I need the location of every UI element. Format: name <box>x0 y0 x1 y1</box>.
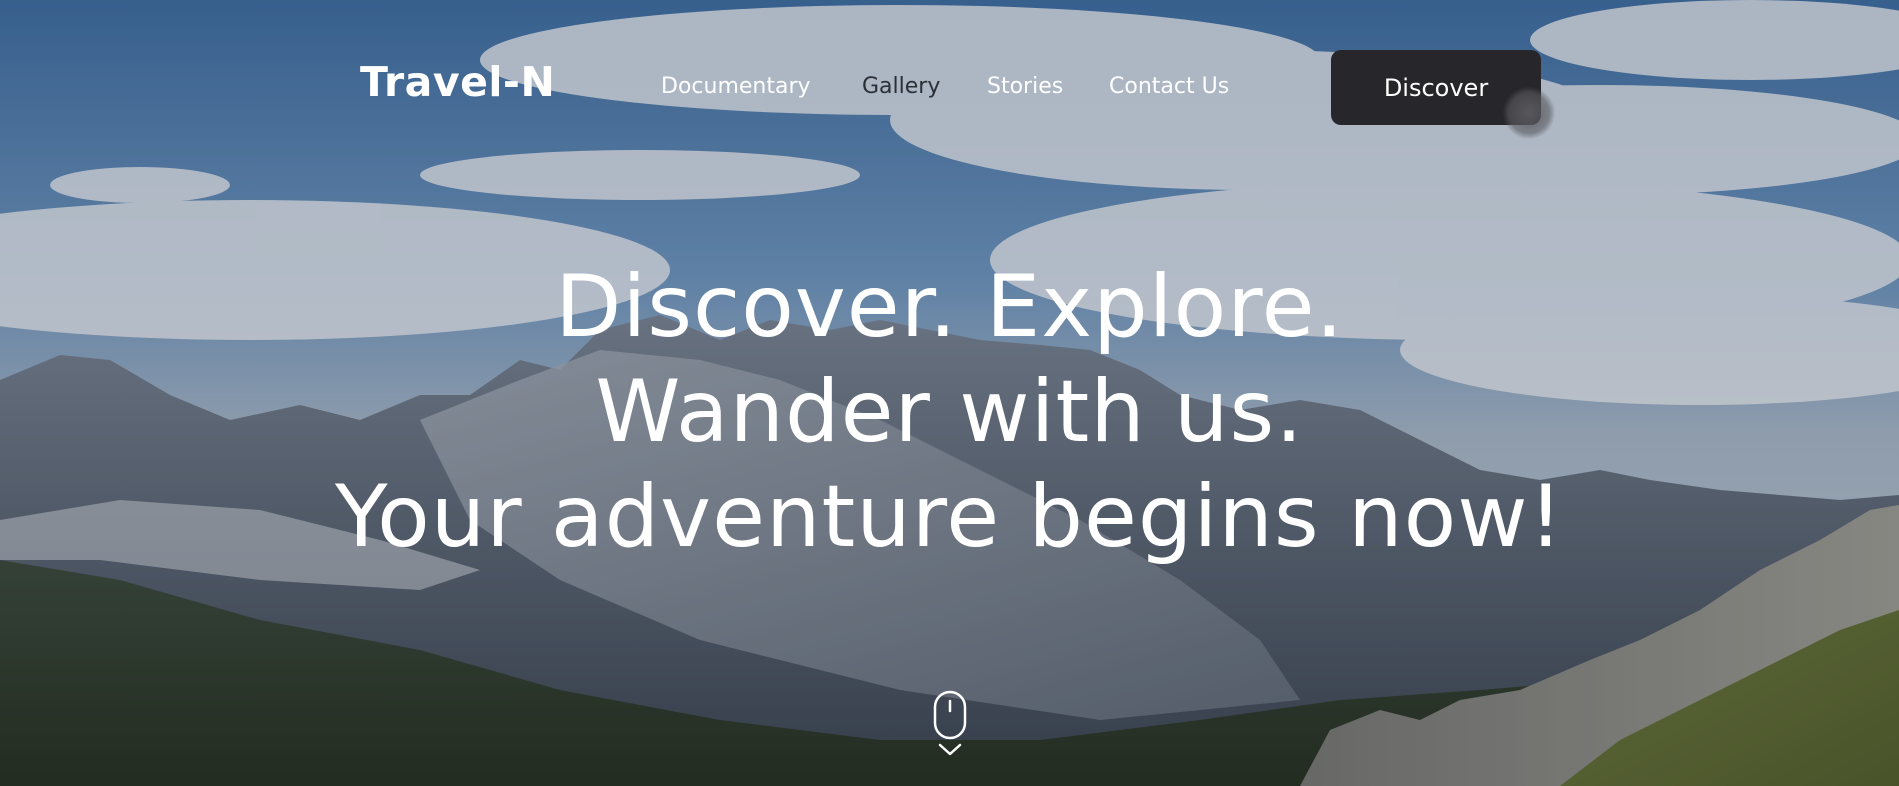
headline-line-1: Discover. Explore. <box>555 257 1344 357</box>
mouse-scroll-icon[interactable] <box>930 690 970 760</box>
headline-line-2: Wander with us. <box>595 362 1304 462</box>
nav-link-gallery[interactable]: Gallery <box>862 74 940 99</box>
headline-line-3: Your adventure begins now! <box>334 467 1565 567</box>
nav-link-stories[interactable]: Stories <box>987 74 1063 99</box>
cursor-follower <box>1503 87 1555 139</box>
hero-headline: Discover. Explore. Wander with us. Your … <box>0 255 1899 570</box>
nav-link-contact-us[interactable]: Contact Us <box>1109 74 1229 99</box>
hero-section: Travel-N Documentary Gallery Stories Con… <box>0 0 1899 786</box>
nav-link-documentary[interactable]: Documentary <box>661 74 811 99</box>
brand-logo[interactable]: Travel-N <box>360 58 555 106</box>
top-navbar: Travel-N Documentary Gallery Stories Con… <box>0 0 1899 175</box>
